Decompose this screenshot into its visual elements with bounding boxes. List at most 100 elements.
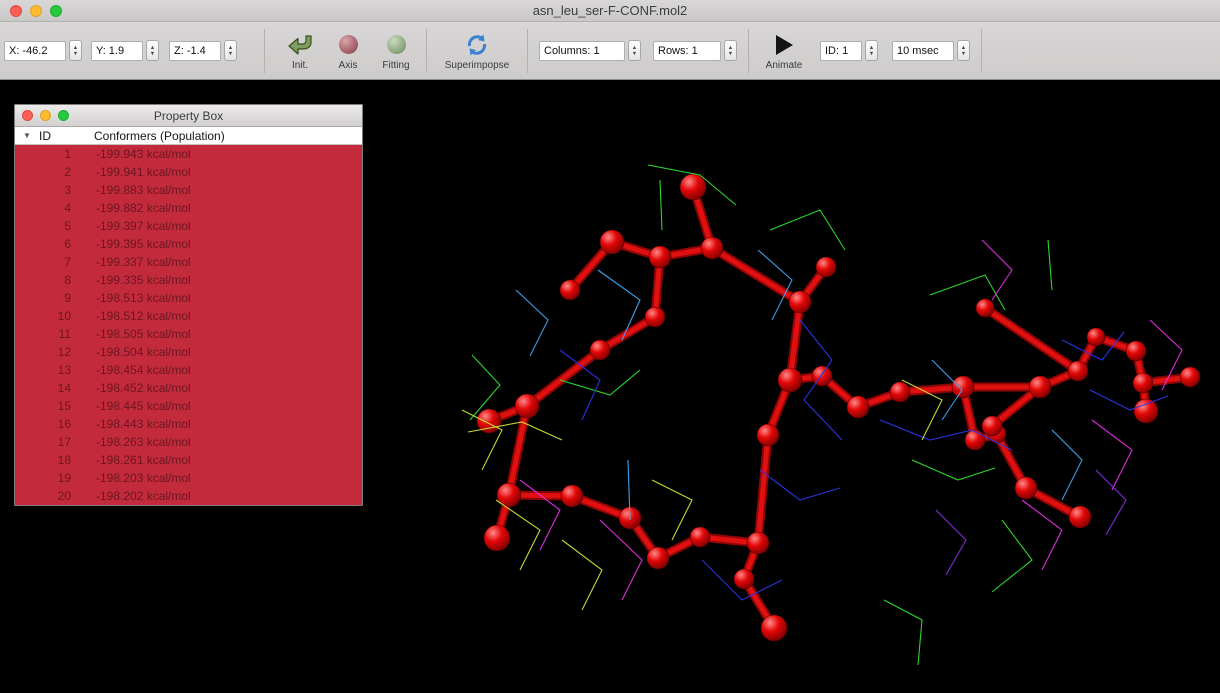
conformer-energy: -198.261 kcal/mol — [96, 453, 191, 467]
z-stepper[interactable]: ▲▼ — [224, 40, 237, 61]
rows-label: Rows: — [658, 45, 689, 57]
conformer-id: 9 — [15, 291, 71, 305]
toolbar-separator — [264, 29, 265, 73]
zoom-button[interactable] — [50, 5, 62, 17]
fitting-button[interactable]: Fitting — [372, 24, 420, 78]
conformer-energy: -199.882 kcal/mol — [96, 201, 191, 215]
property-box-traffic-lights — [15, 110, 69, 121]
conformer-energy: -198.454 kcal/mol — [96, 363, 191, 377]
interval-field[interactable]: 10 msec — [892, 41, 954, 61]
conformer-row[interactable]: 11-198.505 kcal/mol — [15, 325, 362, 343]
fitting-label: Fitting — [382, 60, 409, 71]
conformer-id: 19 — [15, 471, 71, 485]
conformer-list: 1-199.943 kcal/mol2-199.941 kcal/mol3-19… — [15, 145, 362, 505]
property-box-minimize-button[interactable] — [40, 110, 51, 121]
traffic-lights — [0, 5, 62, 17]
titlebar[interactable]: asn_leu_ser-F-CONF.mol2 — [0, 0, 1220, 22]
rows-field[interactable]: Rows: 1 — [653, 41, 721, 61]
property-box-titlebar[interactable]: Property Box — [15, 105, 362, 127]
x-coordinate-field[interactable]: X: -46.2 — [4, 41, 66, 61]
columns-value: 1 — [593, 45, 599, 57]
rows-spinner: Rows: 1 ▲▼ — [653, 40, 737, 61]
superimpose-button[interactable]: Superimpopse — [438, 24, 516, 78]
conformer-id: 7 — [15, 255, 71, 269]
y-coordinate-field[interactable]: Y: 1.9 — [91, 41, 143, 61]
conformer-row[interactable]: 8-199.335 kcal/mol — [15, 271, 362, 289]
axis-button[interactable]: Axis — [324, 24, 372, 78]
conformer-id: 15 — [15, 399, 71, 413]
conformer-energy: -198.513 kcal/mol — [96, 291, 191, 305]
minimize-button[interactable] — [30, 5, 42, 17]
disclosure-triangle-icon[interactable]: ▼ — [15, 131, 39, 140]
conformer-row[interactable]: 4 -199.882 kcal/mol — [15, 199, 362, 217]
app-window: asn_leu_ser-F-CONF.mol2 X: -46.2 ▲▼ Y: 1… — [0, 0, 1220, 693]
conformer-energy: -199.395 kcal/mol — [96, 237, 191, 251]
toolbar-separator — [748, 29, 749, 73]
conformer-row[interactable]: 14 -198.452 kcal/mol — [15, 379, 362, 397]
conformer-row[interactable]: 10-198.512 kcal/mol — [15, 307, 362, 325]
conformer-energy: -198.505 kcal/mol — [96, 327, 191, 341]
z-coordinate-spinner: Z: -1.4 ▲▼ — [169, 40, 237, 61]
columns-spinner: Columns: 1 ▲▼ — [539, 40, 641, 61]
init-arrow-icon — [287, 31, 313, 59]
axis-label: Axis — [339, 60, 358, 71]
conformer-row[interactable]: 20-198.202 kcal/mol — [15, 487, 362, 505]
columns-stepper[interactable]: ▲▼ — [628, 40, 641, 61]
conformer-id: 13 — [15, 363, 71, 377]
fitting-sphere-icon — [387, 31, 406, 59]
rows-value: 1 — [692, 45, 698, 57]
conformer-row[interactable]: 6 -199.395 kcal/mol — [15, 235, 362, 253]
conformer-row[interactable]: 7-199.337 kcal/mol — [15, 253, 362, 271]
conformer-row[interactable]: 1-199.943 kcal/mol — [15, 145, 362, 163]
play-icon — [776, 31, 793, 59]
conformer-row[interactable]: 16-198.443 kcal/mol — [15, 415, 362, 433]
animate-button[interactable]: Animate — [760, 24, 808, 78]
conformer-row[interactable]: 5-199.397 kcal/mol — [15, 217, 362, 235]
conformer-id: 4 — [15, 201, 71, 215]
conformer-row[interactable]: 17-198.263 kcal/mol — [15, 433, 362, 451]
conformer-id-label: ID: — [825, 45, 839, 57]
conformer-id: 2 — [15, 165, 71, 179]
conformer-row[interactable]: 13 -198.454 kcal/mol — [15, 361, 362, 379]
conformer-row[interactable]: 15-198.445 kcal/mol — [15, 397, 362, 415]
conformer-row[interactable]: 3-199.883 kcal/mol — [15, 181, 362, 199]
conformer-id: 14 — [15, 381, 71, 395]
property-box-zoom-button[interactable] — [58, 110, 69, 121]
axis-sphere-icon — [339, 31, 358, 59]
y-value: 1.9 — [109, 45, 124, 57]
close-button[interactable] — [10, 5, 22, 17]
y-stepper[interactable]: ▲▼ — [146, 40, 159, 61]
conformer-row[interactable]: 2-199.941 kcal/mol — [15, 163, 362, 181]
interval-value: 10 msec — [897, 45, 939, 57]
conformer-energy: -199.943 kcal/mol — [96, 147, 191, 161]
z-coordinate-field[interactable]: Z: -1.4 — [169, 41, 221, 61]
interval-stepper[interactable]: ▲▼ — [957, 40, 970, 61]
rows-stepper[interactable]: ▲▼ — [724, 40, 737, 61]
init-button[interactable]: Init. — [276, 24, 324, 78]
bond-layer — [489, 187, 1190, 628]
conformer-id: 8 — [15, 273, 71, 287]
conformer-id-spinner: ID: 1 ▲▼ — [820, 40, 878, 61]
superimpose-label: Superimpopse — [445, 60, 509, 71]
toolbar-separator — [426, 29, 427, 73]
conformer-energy: -198.452 kcal/mol — [96, 381, 191, 395]
x-label: X: — [9, 45, 19, 57]
conformer-row[interactable]: 18-198.261 kcal/mol — [15, 451, 362, 469]
conformer-id: 20 — [15, 489, 71, 503]
conformer-id-field[interactable]: ID: 1 — [820, 41, 862, 61]
conformer-id: 6 — [15, 237, 71, 251]
conformer-row[interactable]: 9 -198.513 kcal/mol — [15, 289, 362, 307]
conformer-id-stepper[interactable]: ▲▼ — [865, 40, 878, 61]
z-label: Z: — [174, 45, 184, 57]
x-stepper[interactable]: ▲▼ — [69, 40, 82, 61]
columns-field[interactable]: Columns: 1 — [539, 41, 625, 61]
conformer-energy: -198.504 kcal/mol — [96, 345, 191, 359]
conformer-id: 10 — [15, 309, 71, 323]
conformer-id: 16 — [15, 417, 71, 431]
property-box-window: Property Box ▼ ID Conformers (Population… — [14, 104, 363, 506]
conformer-row[interactable]: 12-198.504 kcal/mol — [15, 343, 362, 361]
conformer-energy: -199.397 kcal/mol — [96, 219, 191, 233]
conformer-row[interactable]: 19-198.203 kcal/mol — [15, 469, 362, 487]
property-box-close-button[interactable] — [22, 110, 33, 121]
y-label: Y: — [96, 45, 106, 57]
